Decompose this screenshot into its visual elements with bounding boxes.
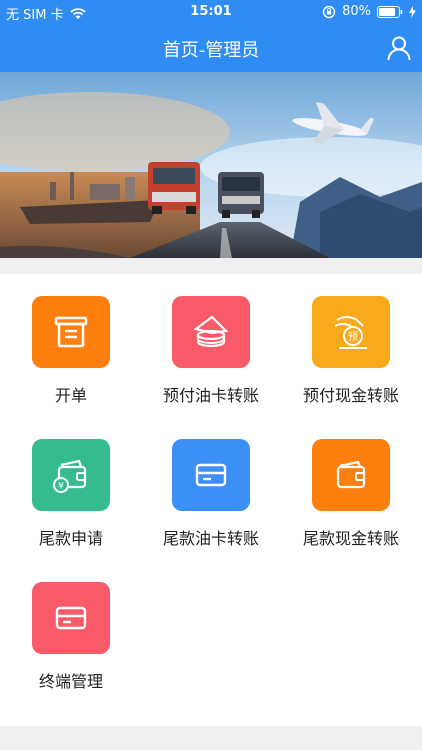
menu-item-balance-fuel-card[interactable]: 尾款油卡转账 xyxy=(141,417,281,549)
status-bar: 无 SIM 卡 15:01 80% xyxy=(0,0,422,24)
nav-bar: 首页-管理员 xyxy=(0,24,422,72)
menu-item-label: 预付现金转账 xyxy=(302,386,399,405)
menu-item-label: 终端管理 xyxy=(38,672,103,691)
banner-illustration xyxy=(0,72,422,258)
menu-item-balance-cash[interactable]: 尾款现金转账 xyxy=(281,417,421,549)
battery-percent: 80% xyxy=(342,4,371,19)
banner-image xyxy=(0,72,422,258)
wallet-icon xyxy=(312,439,390,511)
stacked-cards-icon xyxy=(172,296,250,368)
menu-item-label: 尾款油卡转账 xyxy=(162,529,259,548)
menu-item-balance-apply[interactable]: ¥ 尾款申请 xyxy=(1,417,141,549)
prepay-coin-icon: 预 xyxy=(312,296,390,368)
charging-icon xyxy=(409,5,416,18)
status-right: 80% xyxy=(322,4,416,19)
orientation-lock-icon xyxy=(322,5,336,18)
menu-item-label: 预付油卡转账 xyxy=(162,386,259,405)
card-icon xyxy=(172,439,250,511)
menu-grid: 开单 预付油卡转账 预 预付现金转账 ¥ 尾款申请 尾款油卡转账 尾款现金转账 … xyxy=(0,274,422,726)
wallet-yuan-icon: ¥ xyxy=(32,439,110,511)
menu-item-open-order[interactable]: 开单 xyxy=(1,274,141,406)
menu-item-label: 尾款申请 xyxy=(38,529,103,548)
document-icon xyxy=(32,296,110,368)
menu-item-prepay-cash[interactable]: 预 预付现金转账 xyxy=(281,274,421,406)
menu-item-label: 尾款现金转账 xyxy=(302,529,399,548)
menu-item-prepay-fuel-card[interactable]: 预付油卡转账 xyxy=(141,274,281,406)
battery-icon xyxy=(377,5,403,18)
card-icon xyxy=(32,582,110,654)
user-icon[interactable] xyxy=(386,35,412,61)
menu-item-terminal-management[interactable]: 终端管理 xyxy=(1,560,141,692)
svg-text:预: 预 xyxy=(348,331,358,343)
menu-item-label: 开单 xyxy=(54,386,87,405)
page-title: 首页-管理员 xyxy=(162,40,260,61)
svg-text:¥: ¥ xyxy=(58,482,64,492)
